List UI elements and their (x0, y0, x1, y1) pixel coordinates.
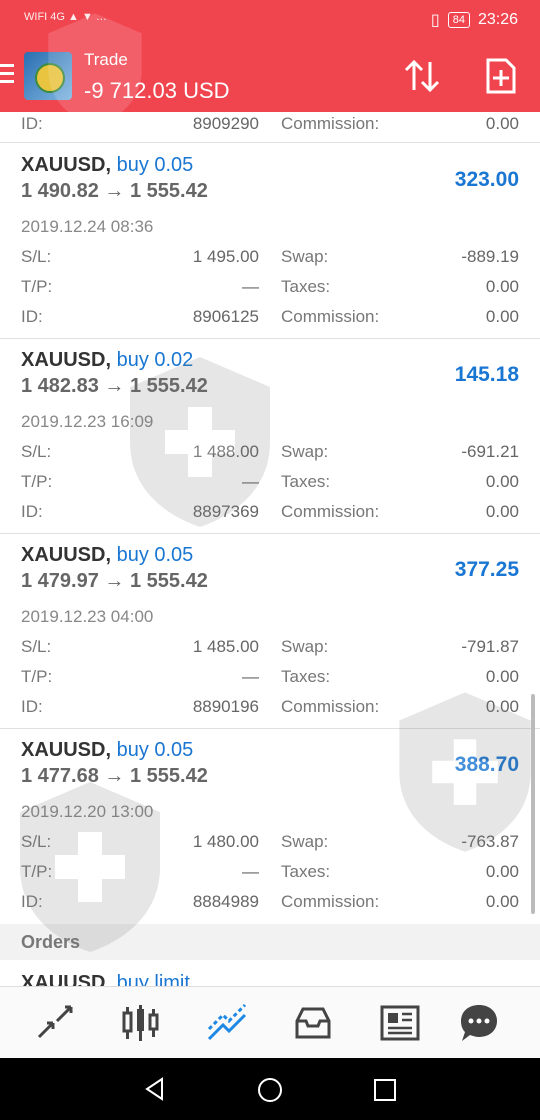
position-type: buy 0.02 (116, 349, 194, 371)
divider (0, 142, 540, 143)
home-icon[interactable] (256, 1076, 284, 1104)
position-row-id: ID: 8906125 Commission: 0.00 (21, 307, 519, 326)
position-row-id: ID: 8884989 Commission: 0.00 (21, 892, 519, 911)
position-type: buy 0.05 (116, 544, 194, 566)
divider (0, 533, 540, 534)
new-order-icon[interactable] (484, 56, 518, 96)
position-profit: 377.25 (454, 558, 519, 581)
vibrate-icon: ▯ (430, 12, 440, 29)
position-row-tp: T/P: — Taxes: 0.00 (21, 667, 519, 686)
position-row-sl: S/L: 1 485.00 Swap: -791.87 (21, 637, 519, 656)
chart-icon[interactable] (118, 1001, 162, 1045)
position-symbol: XAUUSD, buy 0.05 (21, 544, 194, 566)
position-type: buy 0.05 (116, 739, 194, 761)
order-symbol[interactable]: XAUUSD, buy limit (21, 972, 190, 986)
back-icon[interactable] (142, 1076, 168, 1102)
position-row-tp: T/P: — Taxes: 0.00 (21, 862, 519, 881)
positions-list[interactable]: ID: 8909290 Commission: 0.00 XAUUSD, buy… (0, 112, 540, 986)
menu-icon[interactable] (0, 64, 14, 86)
divider (0, 338, 540, 339)
position-row-id: ID: 8909290 Commission: 0.00 (21, 114, 519, 133)
position-date: 2019.12.23 04:00 (21, 607, 154, 626)
position-prices: 1 479.97 → 1 555.42 (21, 570, 208, 592)
position-date: 2019.12.24 08:36 (21, 217, 154, 236)
position-row-sl: S/L: 1 495.00 Swap: -889.19 (21, 247, 519, 266)
position-symbol: XAUUSD, buy 0.02 (21, 349, 194, 371)
orders-section-header: Orders (0, 924, 540, 960)
sort-icon[interactable] (400, 56, 444, 96)
status-left-text: WIFI 4G ▲ ▼ … (24, 11, 107, 23)
position-date: 2019.12.23 16:09 (21, 412, 154, 431)
position-row-id: ID: 8897369 Commission: 0.00 (21, 502, 519, 521)
orders-section-title: Orders (21, 932, 81, 952)
position-profit: 388.70 (454, 753, 519, 776)
chat-icon[interactable] (457, 1001, 501, 1045)
position-row-sl: S/L: 1 488.00 Swap: -691.21 (21, 442, 519, 461)
system-navigation-bar (0, 1058, 540, 1120)
position-row-sl: S/L: 1 480.00 Swap: -763.87 (21, 832, 519, 851)
status-left: WIFI 4G ▲ ▼ … (24, 11, 107, 23)
mailbox-icon[interactable] (291, 1001, 335, 1045)
app-logo (24, 52, 72, 100)
scrollbar[interactable] (531, 694, 535, 914)
position-row-tp: T/P: — Taxes: 0.00 (21, 277, 519, 296)
position-profit: 145.18 (454, 363, 519, 386)
news-icon[interactable] (378, 1001, 422, 1045)
position-profit: 323.00 (454, 168, 519, 191)
trade-icon[interactable] (205, 1001, 249, 1045)
position-symbol: XAUUSD, buy 0.05 (21, 154, 194, 176)
clock: 23:26 (477, 11, 518, 28)
position-prices: 1 490.82 → 1 555.42 (21, 180, 208, 202)
position-date: 2019.12.20 13:00 (21, 802, 154, 821)
position-row-tp: T/P: — Taxes: 0.00 (21, 472, 519, 491)
status-right: ▯ 84 23:26 (431, 10, 518, 30)
bottom-navigation (0, 986, 540, 1059)
account-balance: -9 712.03 USD (84, 78, 230, 103)
position-prices: 1 477.68 → 1 555.42 (21, 765, 208, 787)
page-title: Trade (84, 50, 128, 69)
app-bar: Trade -9 712.03 USD (0, 40, 540, 112)
order-type: buy limit (116, 972, 190, 986)
position-row-id: ID: 8890196 Commission: 0.00 (21, 697, 519, 716)
divider (0, 728, 540, 729)
quotes-icon[interactable] (33, 1001, 77, 1045)
position-prices: 1 482.83 → 1 555.42 (21, 375, 208, 397)
battery-indicator: 84 (447, 12, 470, 28)
recents-icon[interactable] (372, 1077, 398, 1103)
status-bar: WIFI 4G ▲ ▼ … ▯ 84 23:26 (0, 0, 540, 40)
position-type: buy 0.05 (116, 154, 194, 176)
position-symbol: XAUUSD, buy 0.05 (21, 739, 194, 761)
